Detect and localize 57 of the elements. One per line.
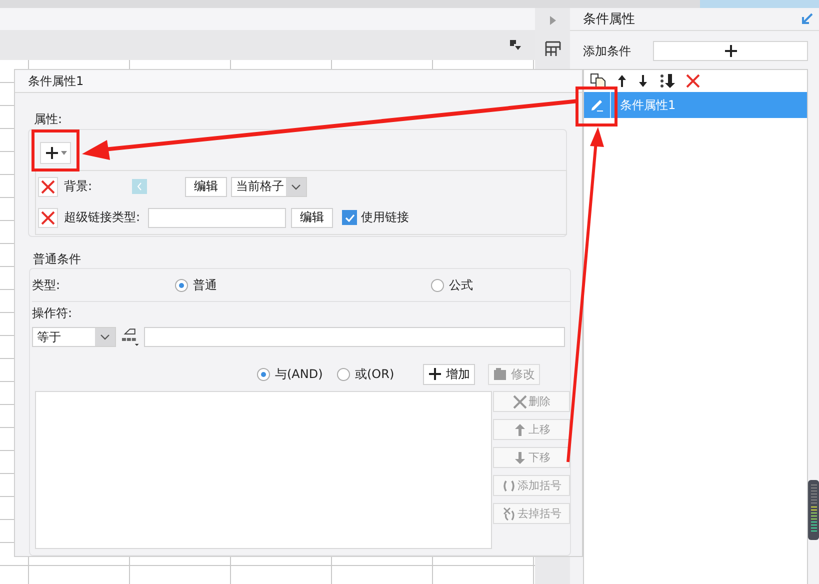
caret-icon — [60, 151, 66, 155]
delete-icon — [512, 394, 526, 408]
edit-button[interactable]: 编辑 — [291, 208, 333, 228]
radio-label: 普通 — [193, 276, 218, 294]
expand-arrow-icon[interactable] — [550, 16, 556, 25]
add-paren-icon — [502, 478, 516, 492]
down-icon — [512, 450, 526, 464]
radio-button[interactable] — [337, 368, 350, 380]
pin-arrow-icon[interactable] — [801, 13, 813, 25]
section-label: 普通条件 — [33, 251, 82, 268]
color-swatch-icon[interactable] — [132, 179, 147, 194]
use-link-label: 使用链接 — [361, 209, 409, 226]
scope-select[interactable]: 当前格子 — [231, 176, 307, 196]
radio-button[interactable] — [175, 278, 188, 292]
dialog-title: 条件属性1 — [28, 72, 84, 90]
section-label: 属性: — [34, 111, 64, 128]
text-format-icon[interactable] — [120, 327, 140, 347]
field-label: 背景: — [64, 178, 94, 195]
add-icon — [428, 367, 442, 381]
level-meter-icon — [808, 480, 819, 540]
value-field[interactable] — [144, 327, 566, 347]
move-to-bottom-icon[interactable] — [659, 73, 675, 89]
add-condition-label: 添加条件 — [583, 42, 631, 60]
pencil-icon[interactable] — [590, 98, 604, 112]
operator-select[interactable]: 等于 — [32, 327, 116, 347]
up-icon — [512, 422, 526, 436]
hyperlink-type-field[interactable] — [148, 208, 286, 228]
remove-button[interactable] — [38, 176, 58, 196]
annotation-box — [32, 130, 80, 172]
radio-label: 或(OR) — [355, 366, 396, 382]
add-property-button[interactable] — [40, 142, 71, 164]
add-button[interactable]: 增加 — [423, 364, 475, 384]
down-arrow-icon[interactable] — [638, 74, 648, 88]
radio-button[interactable] — [257, 368, 270, 380]
copy-icon[interactable] — [590, 73, 606, 89]
grid-layout-icon[interactable] — [544, 41, 560, 57]
radio-button[interactable] — [431, 278, 444, 292]
type-label: 类型: — [32, 276, 62, 294]
plus-icon — [44, 146, 58, 160]
checkbox[interactable] — [342, 210, 357, 225]
remove-paren-icon — [502, 506, 516, 520]
panel-title: 条件属性 — [583, 11, 635, 28]
remove-button[interactable] — [38, 208, 58, 228]
field-label: 超级链接类型: — [64, 209, 142, 226]
dropdown-icon[interactable] — [509, 39, 521, 51]
radio-label: 与(AND) — [275, 366, 324, 382]
up-arrow-icon[interactable] — [617, 74, 627, 88]
chevron-down-icon — [291, 184, 301, 190]
annotation-box — [576, 86, 618, 126]
plus-icon — [724, 44, 738, 58]
edit-button[interactable]: 编辑 — [185, 176, 227, 196]
radio-label: 公式 — [449, 276, 474, 294]
checkmark-icon — [344, 212, 356, 224]
chevron-down-icon — [100, 334, 110, 340]
delete-icon[interactable] — [686, 74, 700, 88]
operator-label: 操作符: — [32, 305, 74, 322]
condition-list-item[interactable]: 条件属性1 — [584, 92, 807, 118]
